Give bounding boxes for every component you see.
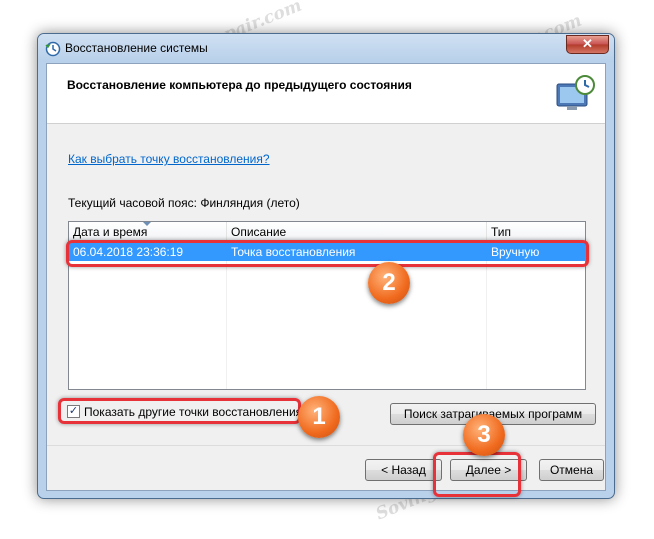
header-panel: Восстановление компьютера до предыдущего… — [47, 64, 605, 124]
step-badge-1: 1 — [298, 396, 340, 438]
step-badge-3: 3 — [463, 414, 505, 456]
column-divider — [486, 261, 487, 389]
monitor-restore-icon — [556, 75, 595, 110]
column-header-type[interactable]: Тип — [487, 222, 585, 242]
column-divider — [226, 261, 227, 389]
step-badge-2: 2 — [368, 262, 410, 304]
divider — [47, 445, 605, 446]
cancel-button[interactable]: Отмена — [539, 459, 604, 481]
help-link[interactable]: Как выбрать точку восстановления? — [68, 152, 270, 166]
page-title: Восстановление компьютера до предыдущего… — [67, 78, 412, 92]
window-title: Восстановление системы — [65, 41, 208, 55]
sort-arrow-icon — [143, 222, 151, 226]
title-bar[interactable]: Восстановление системы ✕ — [38, 34, 614, 62]
timezone-label: Текущий часовой пояс: Финляндия (лето) — [68, 196, 300, 210]
column-header-description[interactable]: Описание — [227, 222, 487, 242]
highlight-selected-row — [66, 240, 589, 267]
highlight-next-button — [433, 452, 521, 497]
close-button[interactable]: ✕ — [566, 35, 609, 54]
highlight-checkbox — [58, 398, 301, 424]
system-restore-icon — [45, 41, 61, 57]
back-button[interactable]: < Назад — [365, 459, 442, 481]
